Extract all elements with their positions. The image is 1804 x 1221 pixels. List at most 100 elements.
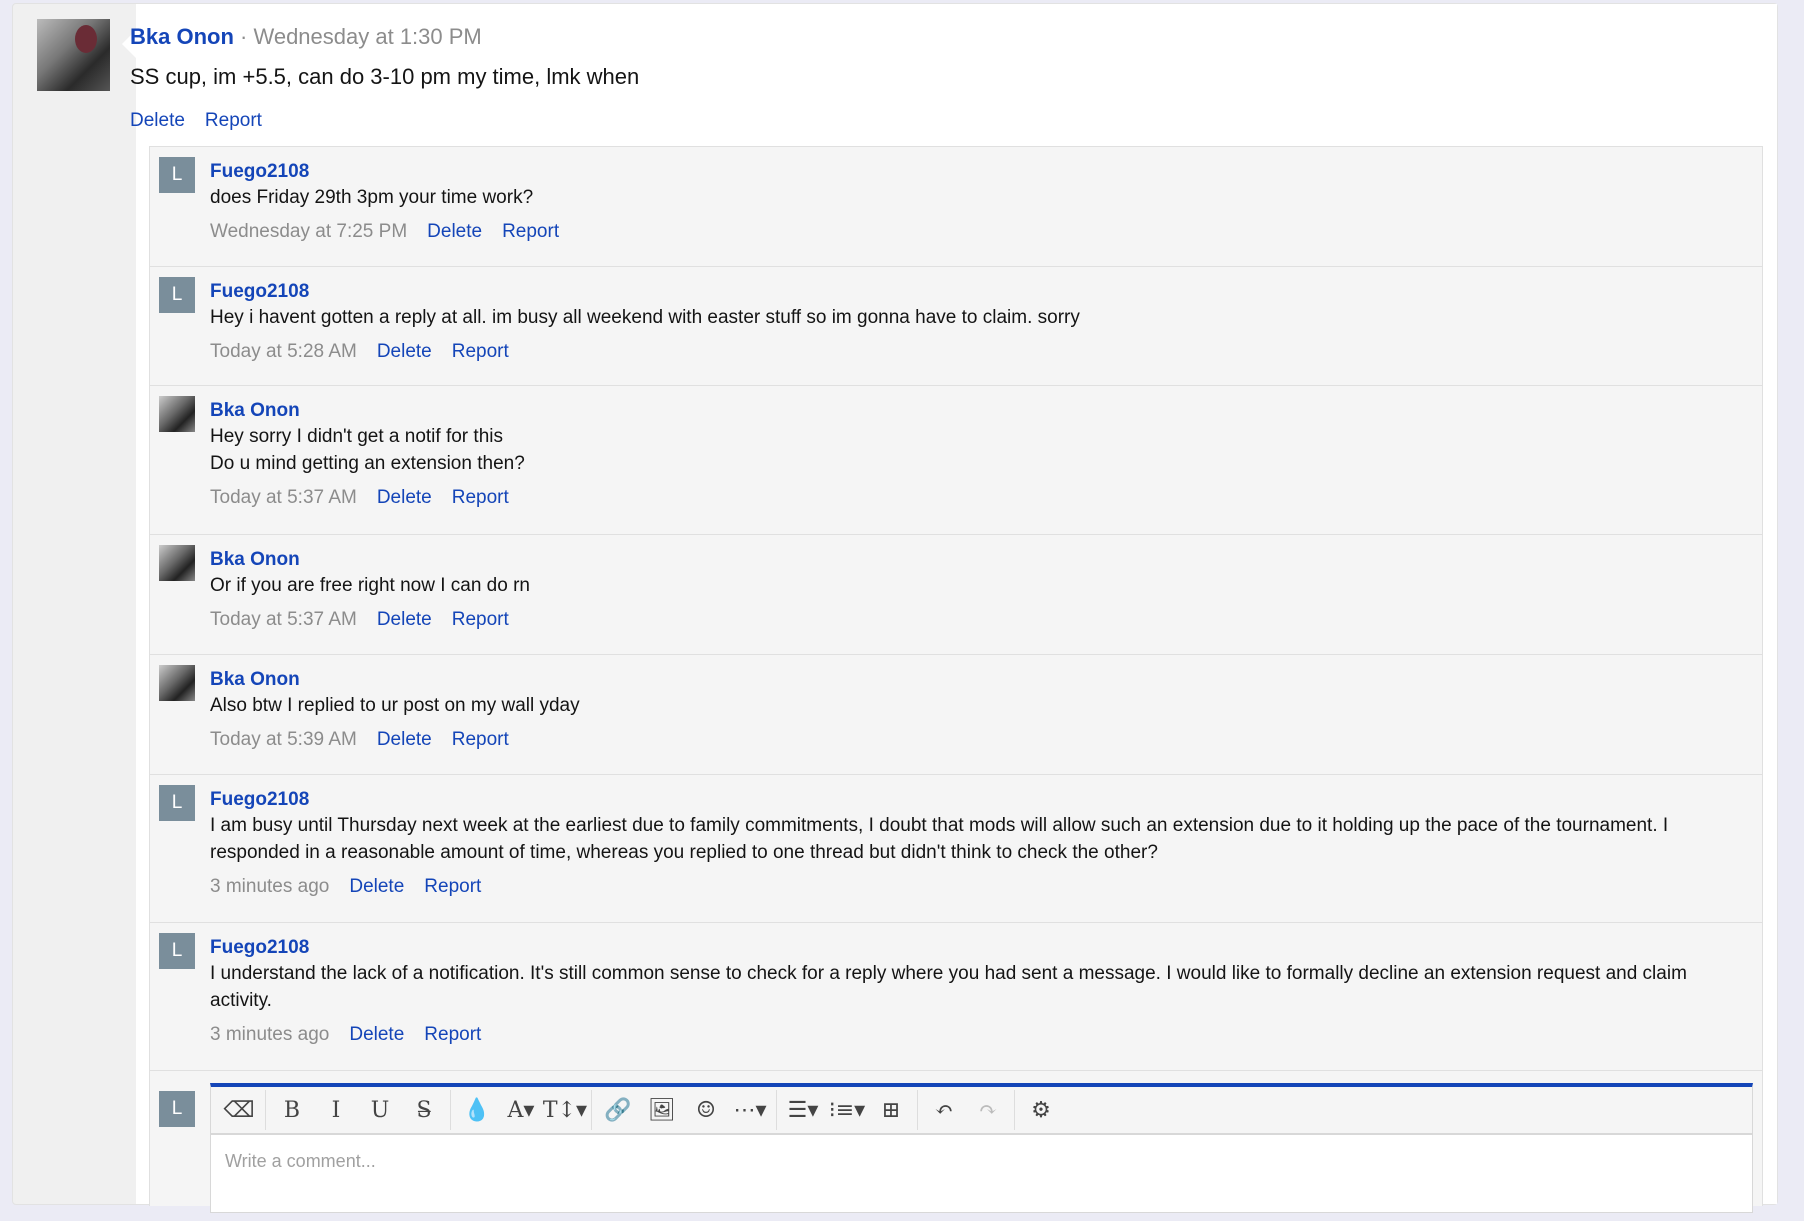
delete-link[interactable]: Delete [349, 876, 404, 897]
bold-button[interactable]: B [270, 1090, 314, 1130]
comment-text: Hey i havent gotten a reply at all. im b… [210, 307, 1080, 328]
emoji-button[interactable]: ☺ [684, 1090, 728, 1130]
report-link[interactable]: Report [205, 110, 262, 131]
comment-author[interactable]: Fuego2108 [210, 160, 1762, 184]
report-link[interactable]: Report [424, 1024, 481, 1045]
eraser-button[interactable]: ⌫ [217, 1090, 261, 1130]
comment-text: Hey sorry I didn't get a notif for this … [210, 426, 525, 474]
report-link[interactable]: Report [452, 609, 509, 630]
comment-item: Bka Onon Also btw I replied to ur post o… [150, 655, 1762, 775]
comment-time[interactable]: Today at 5:37 AM [210, 609, 357, 630]
color-button[interactable]: 💧 [455, 1090, 499, 1130]
list-icon: ⁝≡▾ [828, 1097, 866, 1123]
delete-link[interactable]: Delete [377, 729, 432, 750]
report-link[interactable]: Report [452, 729, 509, 750]
comment-meta: Today at 5:39 AM Delete Report [210, 727, 1762, 753]
comment-item: L Fuego2108 Hey i havent gotten a reply … [150, 267, 1762, 386]
table-button[interactable]: ⊞ [869, 1090, 913, 1130]
comment-meta: Wednesday at 7:25 PM Delete Report [210, 219, 1762, 245]
comment-avatar[interactable] [159, 396, 195, 432]
comment-avatar[interactable] [159, 545, 195, 581]
emoji-icon: ☺ [696, 1097, 716, 1123]
comment-time[interactable]: Today at 5:39 AM [210, 729, 357, 750]
undo-button[interactable]: ↶ [922, 1090, 966, 1130]
delete-link[interactable]: Delete [130, 110, 185, 131]
comment-avatar[interactable]: L [159, 785, 195, 821]
bold-icon: B [283, 1097, 301, 1123]
comment-editor: ⌫ B I U S̶ 💧 A▾ T↕▾ 🔗 🖼 ☺ ⋯▾ ☰▾ ⁝≡▾ ⊞ ↶ ↷ ⚙ Write a commen… [210, 1083, 1753, 1213]
comment-meta: Today at 5:37 AM Delete Report [210, 607, 1762, 633]
comment-item: L Fuego2108 does Friday 29th 3pm your ti… [150, 147, 1762, 267]
comment-item: Bka Onon Or if you are free right now I … [150, 535, 1762, 655]
settings-icon: ⚙ [1031, 1097, 1051, 1123]
comment-meta: 3 minutes ago Delete Report [210, 1022, 1762, 1048]
report-link[interactable]: Report [452, 341, 509, 362]
redo-button[interactable]: ↷ [966, 1090, 1010, 1130]
comment-text: Also btw I replied to ur post on my wall… [210, 695, 580, 716]
toolbar-divider [1014, 1090, 1015, 1130]
report-link[interactable]: Report [452, 487, 509, 508]
comment-author[interactable]: Bka Onon [210, 548, 1762, 572]
image-button[interactable]: 🖼 [640, 1090, 684, 1130]
separator: · [233, 24, 254, 49]
align-icon: ☰▾ [787, 1097, 819, 1123]
post-author[interactable]: Bka Onon [130, 24, 234, 49]
comment-author[interactable]: Fuego2108 [210, 788, 1762, 812]
comment-list: L Fuego2108 does Friday 29th 3pm your ti… [149, 146, 1763, 1213]
delete-link[interactable]: Delete [427, 221, 482, 242]
editor-toolbar: ⌫ B I U S̶ 💧 A▾ T↕▾ 🔗 🖼 ☺ ⋯▾ ☰▾ ⁝≡▾ ⊞ ↶ ↷ ⚙ [211, 1087, 1752, 1135]
comment-time[interactable]: 3 minutes ago [210, 1024, 329, 1045]
comment-meta: Today at 5:28 AM Delete Report [210, 339, 1762, 365]
settings-button[interactable]: ⚙ [1019, 1090, 1063, 1130]
comment-time[interactable]: Wednesday at 7:25 PM [210, 221, 407, 242]
post-time[interactable]: Wednesday at 1:30 PM [253, 24, 481, 49]
toolbar-divider [591, 1090, 592, 1130]
delete-link[interactable]: Delete [377, 609, 432, 630]
table-icon: ⊞ [881, 1097, 901, 1123]
toolbar-divider [450, 1090, 451, 1130]
comment-avatar[interactable] [159, 665, 195, 701]
underline-button[interactable]: U [358, 1090, 402, 1130]
font-family-button[interactable]: A▾ [499, 1090, 543, 1130]
comment-author[interactable]: Fuego2108 [210, 936, 1762, 960]
comment-text: I am busy until Thursday next week at th… [210, 815, 1669, 863]
author-avatar[interactable] [37, 19, 110, 91]
link-button[interactable]: 🔗 [596, 1090, 640, 1130]
comment-meta: 3 minutes ago Delete Report [210, 874, 1762, 900]
comment-avatar[interactable]: L [159, 933, 195, 969]
eraser-icon: ⌫ [223, 1097, 255, 1123]
comment-time[interactable]: Today at 5:28 AM [210, 341, 357, 362]
comment-author[interactable]: Bka Onon [210, 668, 1762, 692]
strikethrough-button[interactable]: S̶ [402, 1090, 446, 1130]
comment-item: L Fuego2108 I understand the lack of a n… [150, 923, 1762, 1071]
font-size-icon: T↕▾ [542, 1097, 588, 1123]
delete-link[interactable]: Delete [377, 341, 432, 362]
toolbar-divider [917, 1090, 918, 1130]
comment-time[interactable]: Today at 5:37 AM [210, 487, 357, 508]
comment-avatar[interactable]: L [159, 157, 195, 193]
comment-text: does Friday 29th 3pm your time work? [210, 187, 534, 208]
align-button[interactable]: ☰▾ [781, 1090, 825, 1130]
comment-author[interactable]: Bka Onon [210, 399, 1762, 423]
list-button[interactable]: ⁝≡▾ [825, 1090, 869, 1130]
comment-input[interactable]: Write a comment... [211, 1135, 1752, 1188]
post-actions: Delete Report [130, 110, 282, 132]
more-button[interactable]: ⋯▾ [728, 1090, 772, 1130]
italic-button[interactable]: I [314, 1090, 358, 1130]
underline-icon: U [370, 1097, 390, 1123]
post-header: Bka Onon · Wednesday at 1:30 PM [130, 24, 482, 50]
report-link[interactable]: Report [424, 876, 481, 897]
comment-avatar[interactable]: L [159, 277, 195, 313]
italic-icon: I [331, 1097, 341, 1123]
report-link[interactable]: Report [502, 221, 559, 242]
undo-icon: ↶ [934, 1097, 954, 1123]
delete-link[interactable]: Delete [377, 487, 432, 508]
comment-author[interactable]: Fuego2108 [210, 280, 1762, 304]
font-family-icon: A▾ [507, 1097, 535, 1123]
font-size-button[interactable]: T↕▾ [543, 1090, 587, 1130]
comment-time[interactable]: 3 minutes ago [210, 876, 329, 897]
redo-icon: ↷ [978, 1097, 998, 1123]
delete-link[interactable]: Delete [349, 1024, 404, 1045]
comment-item: Bka Onon Hey sorry I didn't get a notif … [150, 386, 1762, 535]
profile-post: Bka Onon · Wednesday at 1:30 PM SS cup, … [12, 3, 1778, 1213]
